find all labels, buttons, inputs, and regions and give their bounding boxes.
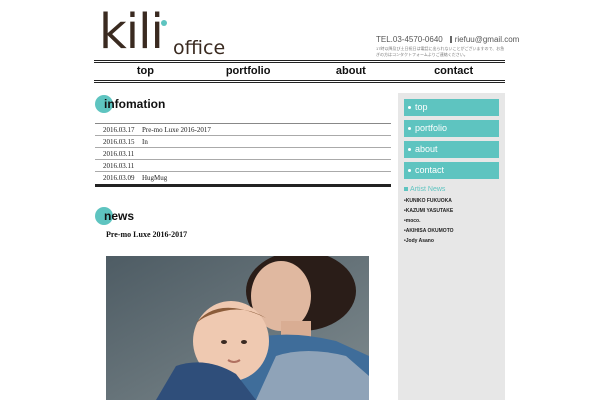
main-nav: top portfolio about contact [94,60,505,83]
square-icon [404,187,408,191]
bullet-icon [408,127,411,131]
mother-and-baby-photo [106,256,369,400]
sidebar-button-label: top [415,102,428,112]
artist-link[interactable]: •AKIHISA OKUMOTO [404,226,454,236]
mail-icon [449,36,452,43]
nav-top[interactable]: top [94,63,197,80]
sidebar: top portfolio about contact Artist News … [398,93,505,400]
list-item[interactable]: 2016.03.17 Pre-mo Luxe 2016-2017 [95,124,391,136]
information-list: 2016.03.17 Pre-mo Luxe 2016-2017 2016.03… [95,123,391,187]
logo-dot [161,20,167,26]
info-date: 2016.03.15 [103,137,135,146]
artist-link[interactable]: •KUNIKO FUKUOKA [404,196,454,206]
info-date: 2016.03.17 [103,125,135,134]
artist-name: moco. [405,218,421,224]
list-item[interactable]: 2016.03.15 In [95,136,391,148]
information-heading: infomation [95,93,391,115]
information-heading-text: infomation [104,97,166,111]
list-item[interactable]: 2016.03.09 HugMug [95,172,391,184]
list-item[interactable]: 2016.03.11 [95,160,391,172]
artist-name: AKIHISA OKUMOTO [405,228,454,234]
contact-info: TEL.03-4570-0640 riefuu@gmail.com 17時以降及… [376,35,519,58]
nav-portfolio[interactable]: portfolio [197,63,300,80]
phone-number: TEL.03-4570-0640 [376,35,443,44]
artist-list: •KUNIKO FUKUOKA •KAZUMI YASUTAKE •moco. … [404,196,454,246]
artist-link[interactable]: •KAZUMI YASUTAKE [404,206,454,216]
bullet-icon [408,106,411,110]
sidebar-button-top[interactable]: top [404,99,499,116]
sidebar-button-label: about [415,144,438,154]
sidebar-button-portfolio[interactable]: portfolio [404,120,499,137]
sidebar-button-contact[interactable]: contact [404,162,499,179]
info-title[interactable]: HugMug [134,174,167,182]
main-content: infomation 2016.03.17 Pre-mo Luxe 2016-2… [95,93,391,400]
bullet-icon [408,169,411,173]
logo-subtext: office [173,37,226,59]
nav-contact[interactable]: contact [402,63,505,80]
logo-text: kili [99,4,164,60]
news-photo [106,256,369,400]
email-link[interactable]: riefuu@gmail.com [455,35,520,44]
info-date: 2016.03.09 [103,174,135,182]
nav-about[interactable]: about [300,63,403,80]
info-date: 2016.03.11 [103,161,135,170]
news-post-title[interactable]: Pre-mo Luxe 2016-2017 [106,230,187,239]
contact-note: 17時以降及び土日祝日は電話に出られないことがございますので、お急ぎの方はコンタ… [376,46,505,57]
artist-news-heading: Artist News [404,186,445,193]
info-title[interactable]: In [134,138,148,146]
info-title[interactable]: Pre-mo Luxe 2016-2017 [134,126,211,134]
news-heading-text: news [104,209,135,223]
sidebar-button-label: portfolio [415,123,448,133]
bullet-icon [408,148,411,152]
artist-link[interactable]: •moco. [404,216,454,226]
artist-name: KAZUMI YASUTAKE [405,208,454,214]
artist-news-heading-text: Artist News [410,186,446,193]
info-date: 2016.03.11 [103,149,135,158]
artist-name: KUNIKO FUKUOKA [405,198,452,204]
list-item[interactable]: 2016.03.11 [95,148,391,160]
artist-name: Jody Asano [405,238,434,244]
sidebar-button-label: contact [415,165,445,175]
site-logo[interactable]: kili office [99,4,229,60]
sidebar-button-about[interactable]: about [404,141,499,158]
artist-link[interactable]: •Jody Asano [404,236,454,246]
